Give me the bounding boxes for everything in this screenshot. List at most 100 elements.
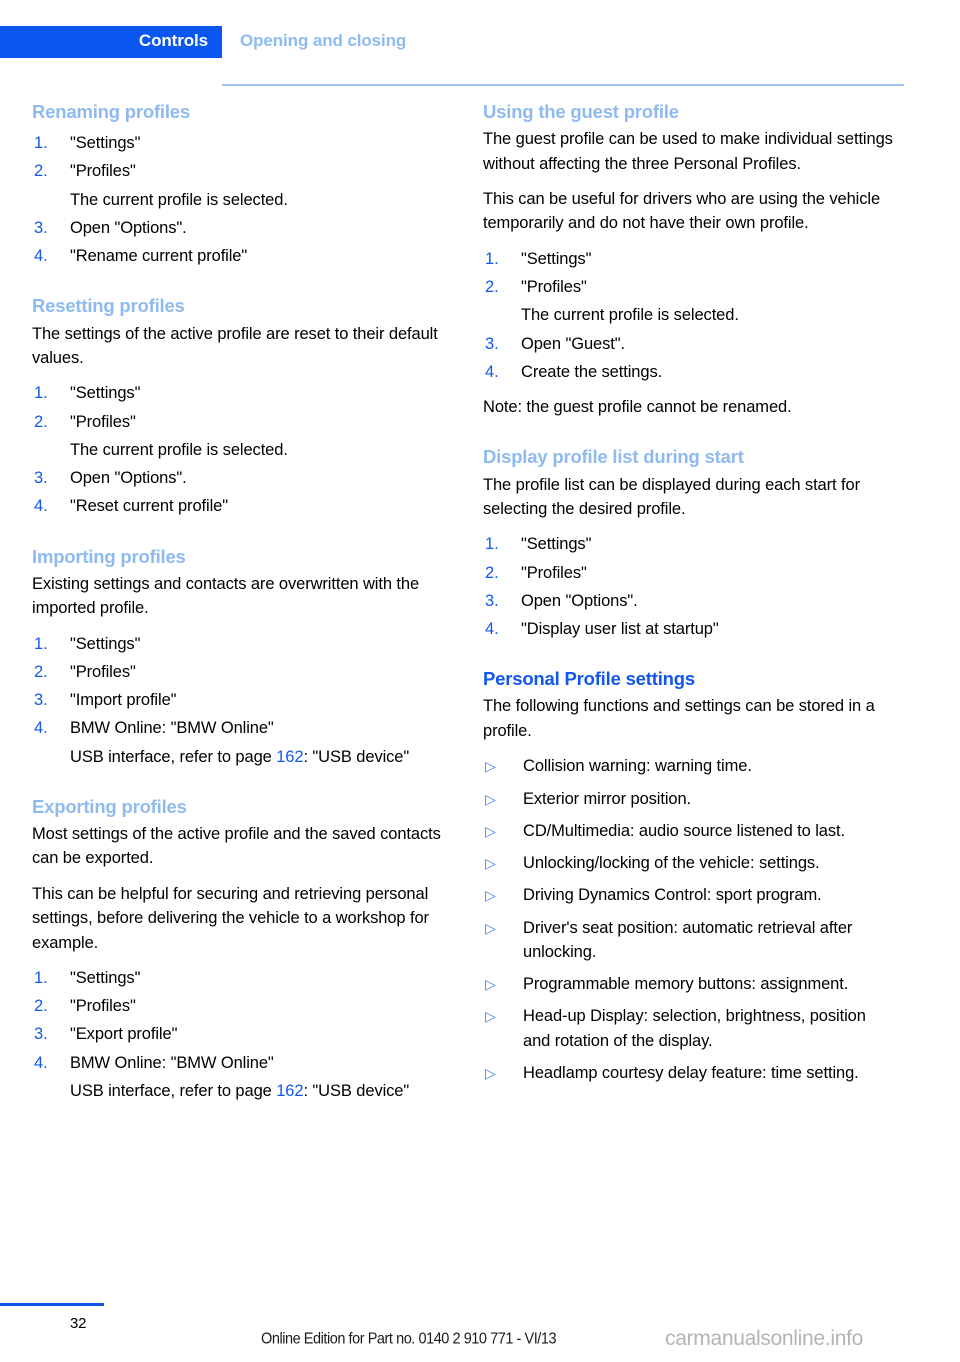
watermark: carmanualsonline.info (665, 1327, 863, 1350)
step-number: 2. (34, 997, 48, 1016)
body-paragraph: Most settings of the active profile and … (32, 824, 441, 868)
step-text: "Import profile" (70, 691, 177, 709)
page-reference-link[interactable]: 162 (276, 1082, 303, 1100)
step-text: BMW Online: "BMW Online" (70, 719, 274, 738)
step-number: 3. (485, 591, 499, 610)
list-item: ▷ Programmable memory buttons: assignment… (483, 972, 893, 996)
step-number: 3. (34, 691, 48, 709)
body-paragraph: This can be helpful for securing and ret… (32, 884, 429, 952)
procedure-step: 3. "Import profile" (32, 688, 442, 712)
procedure-step: 1. "Settings" (32, 381, 442, 405)
step-text: Create the settings. (521, 362, 663, 381)
step-text-before: USB interface, refer to page (70, 747, 277, 766)
list-item-text: Collision warning: warning time. (523, 757, 752, 776)
content-block: Display profile list during start The pro… (483, 445, 893, 641)
body-paragraph: This can be useful for drivers who are u… (483, 189, 881, 233)
section-heading: Display profile list during start (483, 446, 744, 468)
list-item: ▷ Exterior mirror position. (483, 787, 893, 811)
list-item-text: Programmable memory buttons: assignment. (523, 975, 849, 994)
page-reference-link[interactable]: 162 (276, 748, 303, 766)
body-paragraph: The following functions and settings can… (483, 697, 875, 740)
triangle-bullet-icon: ▷ (485, 919, 496, 936)
step-text: The current profile is selected. (70, 190, 288, 209)
section-heading: Exporting profiles (32, 795, 187, 817)
footer-rule (0, 1303, 104, 1306)
procedure-step-note: USB interface, refer to page 162: "USB d… (32, 1079, 442, 1103)
procedure-step: 4. "Reset current profile" (32, 494, 442, 518)
running-header: Controls Opening and closing (0, 26, 960, 86)
content-block: Renaming profiles 1. "Settings" 2. "Profiles… (32, 100, 442, 268)
step-number: 4. (34, 497, 48, 516)
step-number: 1. (485, 249, 499, 268)
procedure-step: 2. "Profiles" (32, 410, 442, 434)
procedure-step: 3. Open "Options". (32, 466, 442, 490)
step-number: 2. (34, 162, 48, 181)
step-text: "Profiles" (521, 563, 587, 582)
body-paragraph: Note: the guest profile cannot be rename… (483, 398, 792, 416)
procedure-step: 2. "Profiles" (32, 660, 442, 684)
list-item: ▷ Driver's seat position: automatic retri… (483, 916, 893, 965)
body-paragraph: Existing settings and contacts are overw… (32, 574, 420, 618)
list-item-text: Driving Dynamics Control: sport program. (523, 886, 822, 905)
procedure-step: 1. "Settings" (483, 532, 893, 556)
list-item: ▷ CD/Multimedia: audio source listened to… (483, 819, 893, 843)
step-text: "Display user list at startup" (521, 620, 719, 639)
step-text: "Profiles" (70, 662, 136, 681)
step-number: 4. (34, 247, 48, 266)
body-paragraph: The profile list can be displayed during… (483, 475, 860, 518)
step-text: "Settings" (70, 384, 141, 403)
procedure-step: 3. Open "Options". (32, 216, 442, 240)
step-number: 4. (485, 620, 499, 639)
procedure-step: 4. "Rename current profile" (32, 244, 442, 268)
section-heading: Importing profiles (32, 545, 186, 567)
step-number: 3. (485, 334, 499, 353)
list-item: ▷ Driving Dynamics Control: sport program… (483, 883, 893, 907)
triangle-bullet-icon: ▷ (485, 822, 496, 839)
step-number: 1. (34, 634, 48, 653)
procedure-step-note: The current profile is selected. (483, 303, 893, 327)
header-chapter-tab: Controls (0, 26, 222, 58)
step-number: 1. (34, 968, 48, 987)
step-text: "Export profile" (70, 1025, 178, 1044)
step-text-after: : "USB device" (303, 1081, 410, 1100)
procedure-step: 2. "Profiles" (32, 159, 442, 183)
procedure-list: 1. "Settings" 2. "Profiles" The current prof… (32, 381, 442, 518)
procedure-list: 1. "Settings" 2. "Profiles" The current prof… (483, 247, 893, 384)
procedure-step: 3. Open "Options". (483, 589, 893, 613)
step-text: Open "Options". (70, 218, 187, 237)
step-number: 3. (34, 1025, 48, 1044)
step-text: "Profiles" (70, 997, 136, 1016)
procedure-step: 4. "Display user list at startup" (483, 617, 893, 641)
step-text: Open "Options". (521, 591, 638, 610)
step-text: "Settings" (70, 634, 141, 653)
step-text: "Settings" (521, 535, 592, 554)
content-block: Exporting profiles Most settings of the a… (32, 795, 442, 1103)
feature-bullet-list: ▷ Collision warning: warning time. ▷ Exteri… (483, 754, 893, 1085)
left-column: Renaming profiles 1. "Settings" 2. "Profiles… (32, 100, 442, 1107)
step-number: 1. (485, 535, 499, 554)
content-block: Using the guest profile The guest profile… (483, 100, 893, 419)
step-text-before: USB interface, refer to page (70, 1081, 277, 1100)
body-paragraph: The settings of the active profile are r… (32, 324, 438, 367)
list-item-text: Unlocking/locking of the vehicle: settin… (523, 854, 820, 873)
step-number: 4. (34, 719, 48, 738)
step-text-after: : "USB device" (303, 747, 410, 766)
procedure-step: 1. "Settings" (32, 131, 442, 155)
header-chapter-label: Controls (138, 31, 208, 50)
procedure-list: 1. "Settings" 2. "Profiles" 3. "Export profil… (32, 966, 442, 1103)
triangle-bullet-icon: ▷ (485, 758, 496, 775)
procedure-step: 2. "Profiles" (483, 561, 893, 585)
procedure-step: 1. "Settings" (32, 632, 442, 656)
content-block: Resetting profiles The settings of the ac… (32, 294, 442, 518)
step-text: "Settings" (70, 968, 141, 987)
procedure-step: 1. "Settings" (483, 247, 893, 271)
step-number: 4. (485, 362, 499, 381)
procedure-step: 4. Create the settings. (483, 360, 893, 384)
triangle-bullet-icon: ▷ (485, 1064, 496, 1081)
step-number: 3. (34, 218, 48, 237)
list-item: ▷ Head-up Display: selection, brightness,… (483, 1004, 893, 1053)
body-paragraph: The guest profile can be used to make in… (483, 130, 893, 173)
triangle-bullet-icon: ▷ (485, 976, 496, 993)
list-item-text: Head-up Display: selection, brightness, … (523, 1007, 866, 1050)
step-text: "Reset current profile" (70, 497, 228, 516)
